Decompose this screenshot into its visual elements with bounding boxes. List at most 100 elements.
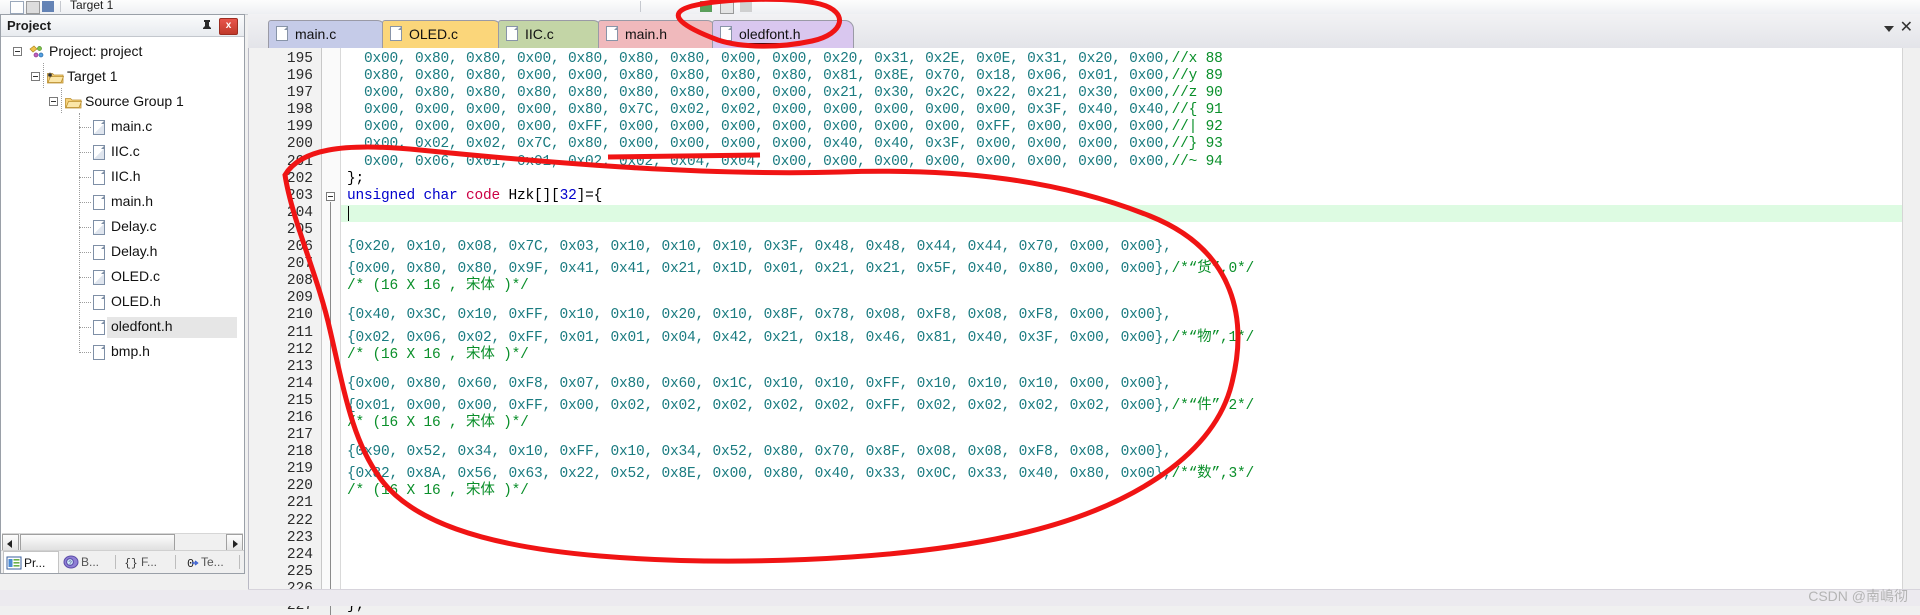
target-selector[interactable]: Target 1: [70, 0, 113, 12]
code-line[interactable]: 201 0x00, 0x06, 0x01, 0x01, 0x02, 0x02, …: [249, 154, 1920, 171]
code-line[interactable]: 196 0x80, 0x80, 0x80, 0x00, 0x00, 0x80, …: [249, 68, 1920, 85]
tree-node-file-delay-h[interactable]: Delay.h: [1, 240, 244, 265]
code-line[interactable]: 195 0x00, 0x80, 0x80, 0x00, 0x80, 0x80, …: [249, 51, 1920, 68]
code-line[interactable]: 205: [249, 222, 1920, 239]
code-line[interactable]: 215 {0x01, 0x00, 0x00, 0xFF, 0x00, 0x02, …: [249, 392, 1920, 414]
watermark: CSDN @南嶋彻: [1808, 588, 1908, 604]
tree-guide: [79, 202, 91, 203]
templates-icon: 0: [183, 554, 199, 571]
line-number: 217: [286, 427, 313, 444]
code-line[interactable]: 202};: [249, 171, 1920, 188]
tree-node-file-main-c[interactable]: main.c: [1, 115, 244, 140]
tree-node-label: IIC.h: [111, 168, 141, 184]
build-icon[interactable]: [700, 1, 712, 12]
code-line[interactable]: 207 {0x00, 0x80, 0x80, 0x9F, 0x41, 0x41, …: [249, 256, 1920, 277]
code-line[interactable]: 209: [249, 290, 1920, 307]
toolbar-separator: [60, 1, 61, 12]
editor-tab-oledfont-h[interactable]: oledfont.h: [712, 20, 854, 48]
code-line[interactable]: 222: [249, 513, 1920, 530]
code-line[interactable]: 199 0x00, 0x00, 0x00, 0x00, 0xFF, 0x00, …: [249, 119, 1920, 136]
editor-vscrollbar[interactable]: [1902, 48, 1920, 590]
save-icon[interactable]: [42, 1, 54, 12]
line-number: 219: [286, 461, 313, 478]
hscroll-thumb[interactable]: [20, 534, 175, 551]
expander-icon[interactable]: [13, 47, 22, 56]
close-icon[interactable]: ✕: [1900, 20, 1913, 36]
code-line[interactable]: 224: [249, 547, 1920, 564]
code-line[interactable]: 223: [249, 530, 1920, 547]
code-line[interactable]: 197 0x00, 0x80, 0x80, 0x80, 0x80, 0x80, …: [249, 85, 1920, 102]
tree-node-label: oledfont.h: [111, 318, 173, 334]
code-line[interactable]: 204: [249, 204, 1920, 222]
code-line[interactable]: 206 {0x20, 0x10, 0x08, 0x7C, 0x03, 0x10, …: [249, 239, 1920, 256]
tab-label: main.c: [295, 26, 337, 42]
pin-icon[interactable]: [200, 18, 214, 32]
download-icon[interactable]: [740, 1, 752, 12]
tab-label: OLED.c: [409, 26, 459, 42]
editor-tab-iic-c[interactable]: IIC.c: [498, 20, 602, 48]
scroll-left-button[interactable]: [2, 534, 19, 551]
code-line[interactable]: 216/* (16 X 16 , 宋体 )*/: [249, 410, 1920, 431]
code-lines[interactable]: 195 0x00, 0x80, 0x80, 0x00, 0x80, 0x80, …: [249, 51, 1920, 615]
line-number: 215: [286, 392, 313, 409]
code-line[interactable]: 208/* (16 X 16 , 宋体 )*/: [249, 273, 1920, 294]
code-line[interactable]: 211 {0x02, 0x06, 0x02, 0xFF, 0x01, 0x01, …: [249, 325, 1920, 346]
tree-node-source-group[interactable]: Source Group 1: [1, 90, 244, 115]
tree-node-file-iic-c[interactable]: IIC.c: [1, 140, 244, 165]
new-file-icon[interactable]: [10, 1, 24, 14]
line-number: 204: [286, 204, 313, 221]
code-line[interactable]: 212/* (16 X 16 , 宋体 )*/: [249, 342, 1920, 363]
fold-toggle-icon[interactable]: [326, 191, 335, 201]
editor-tab-oled-c[interactable]: OLED.c: [382, 20, 502, 48]
tree-node-label: OLED.c: [111, 268, 161, 284]
header-file-icon: [93, 295, 105, 310]
tree-node-file-oledfont-h[interactable]: oledfont.h: [1, 315, 244, 340]
tree-node-project[interactable]: Project: project: [1, 40, 244, 65]
code-line[interactable]: 213: [249, 359, 1920, 376]
tree-node-file-main-h[interactable]: main.h: [1, 190, 244, 215]
scroll-right-button[interactable]: [226, 534, 243, 551]
close-icon[interactable]: x: [219, 18, 238, 35]
line-number: 210: [286, 307, 313, 324]
tree-node-file-oled-c[interactable]: OLED.c: [1, 265, 244, 290]
tree-node-file-iic-h[interactable]: IIC.h: [1, 165, 244, 190]
code-token: 0x00, 0x02, 0x02, 0x7C, 0x80, 0x00, 0x00…: [347, 136, 1172, 153]
code-line[interactable]: 210 {0x40, 0x3C, 0x10, 0xFF, 0x10, 0x10, …: [249, 307, 1920, 324]
chevron-down-icon[interactable]: [1884, 26, 1894, 32]
code-line[interactable]: 218 {0x90, 0x52, 0x34, 0x10, 0xFF, 0x10, …: [249, 444, 1920, 461]
code-line[interactable]: 220/* (16 X 16 , 宋体 )*/: [249, 478, 1920, 499]
code-line[interactable]: 214 {0x00, 0x80, 0x60, 0xF8, 0x07, 0x80, …: [249, 376, 1920, 393]
ptab-project[interactable]: Pr...: [3, 551, 59, 573]
editor-tab-main-c[interactable]: main.c: [268, 20, 386, 48]
code-editor[interactable]: 195 0x00, 0x80, 0x80, 0x00, 0x80, 0x80, …: [248, 48, 1920, 615]
line-number: 220: [286, 478, 313, 495]
expander-icon[interactable]: [49, 97, 58, 106]
code-line[interactable]: 198 0x00, 0x00, 0x00, 0x00, 0x80, 0x7C, …: [249, 102, 1920, 119]
tree-node-file-bmp-h[interactable]: bmp.h: [1, 340, 244, 365]
source-file-icon: [93, 120, 105, 135]
code-line[interactable]: 219 {0x82, 0x8A, 0x56, 0x63, 0x22, 0x52, …: [249, 461, 1920, 482]
target-folder-icon: [47, 71, 65, 84]
code-line[interactable]: 217: [249, 427, 1920, 444]
code-line[interactable]: 225: [249, 564, 1920, 581]
editor-tab-main-h[interactable]: main.h: [598, 20, 716, 48]
line-number: 224: [286, 546, 313, 563]
source-file-icon: [93, 270, 105, 285]
tree-node-target[interactable]: Target 1: [1, 65, 244, 90]
project-panel-header: Project x: [1, 15, 244, 37]
project-hscrollbar[interactable]: [2, 533, 243, 551]
project-tree[interactable]: Project: project Target 1 Source Group 1…: [1, 37, 244, 531]
tree-node-file-delay-c[interactable]: Delay.c: [1, 215, 244, 240]
ptab-label: F...: [141, 555, 158, 569]
rebuild-icon[interactable]: [720, 1, 734, 14]
tree-node-file-oled-h[interactable]: OLED.h: [1, 290, 244, 315]
code-line[interactable]: 200 0x00, 0x02, 0x02, 0x7C, 0x80, 0x00, …: [249, 136, 1920, 153]
code-line[interactable]: 221: [249, 495, 1920, 512]
open-file-icon[interactable]: [26, 1, 40, 14]
left-arrow-icon: [7, 540, 12, 548]
fold-range-bar: [330, 201, 331, 615]
expander-icon[interactable]: [31, 72, 40, 81]
code-line[interactable]: 203 unsigned char code Hzk[][32]={: [249, 188, 1920, 205]
tree-node-label: OLED.h: [111, 293, 161, 309]
line-number: 200: [286, 136, 313, 153]
